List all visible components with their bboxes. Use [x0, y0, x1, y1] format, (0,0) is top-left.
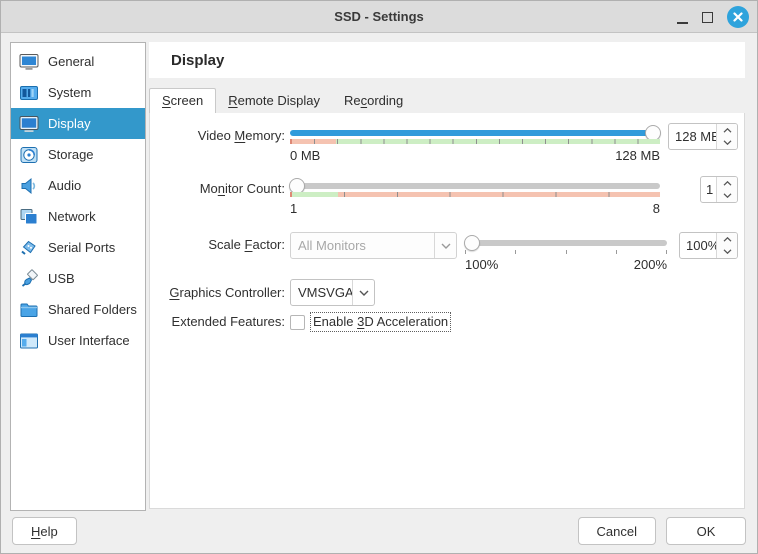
- scale-factor-slider[interactable]: 100% 200%: [465, 232, 667, 272]
- scale-factor-spinbox[interactable]: 100%: [679, 232, 738, 259]
- scale-factor-label: Scale Factor:: [162, 232, 285, 258]
- scale-factor-ticks: [465, 250, 667, 254]
- sidebar-item-label: Serial Ports: [48, 240, 115, 255]
- video-memory-range-band: [290, 139, 660, 144]
- shared-folders-icon: [18, 299, 39, 320]
- audio-icon: [18, 175, 39, 196]
- extended-features-label: Extended Features:: [162, 312, 285, 332]
- spin-down-button[interactable]: [717, 137, 737, 150]
- graphics-controller-combo[interactable]: VMSVGA: [290, 279, 375, 306]
- scale-factor-max-label: 200%: [634, 257, 667, 272]
- window-title: SSD - Settings: [334, 9, 424, 24]
- monitor-count-range-band: [290, 192, 660, 197]
- tab-bar: Screen Remote Display Recording: [149, 89, 745, 114]
- dialog-body: General System Display Storage: [1, 33, 757, 509]
- video-memory-slider[interactable]: 0 MB 128 MB: [290, 123, 660, 163]
- monitor-count-spinbox[interactable]: 1: [700, 176, 738, 203]
- page-title: Display: [171, 52, 224, 69]
- spin-up-button[interactable]: [717, 124, 737, 137]
- spin-down-button[interactable]: [717, 246, 737, 259]
- spin-down-button[interactable]: [717, 190, 737, 203]
- general-icon: [18, 51, 39, 72]
- settings-window: SSD - Settings General System: [0, 0, 758, 554]
- sidebar-item-user-interface[interactable]: User Interface: [11, 325, 145, 356]
- monitor-count-max-label: 8: [653, 201, 660, 216]
- video-memory-spinbox[interactable]: 128 MB: [668, 123, 738, 150]
- chevron-down-icon: [723, 193, 732, 198]
- tab-screen[interactable]: Screen: [149, 88, 216, 114]
- sidebar-item-storage[interactable]: Storage: [11, 139, 145, 170]
- sidebar-item-label: Shared Folders: [48, 302, 137, 317]
- storage-icon: [18, 144, 39, 165]
- sidebar-item-display[interactable]: Display: [11, 108, 145, 139]
- scale-factor-row: Scale Factor: All Monitors 100% 200%: [162, 232, 738, 272]
- network-icon: [18, 206, 39, 227]
- usb-icon: [18, 268, 39, 289]
- serial-ports-icon: [18, 237, 39, 258]
- ok-button[interactable]: OK: [666, 517, 746, 545]
- graphics-controller-row: Graphics Controller: VMSVGA: [162, 279, 738, 306]
- scale-factor-min-label: 100%: [465, 257, 498, 272]
- chevron-down-icon: [723, 249, 732, 254]
- chevron-down-icon: [352, 280, 374, 305]
- chevron-down-icon: [434, 233, 456, 258]
- sidebar-item-label: General: [48, 54, 94, 69]
- sidebar-item-serial-ports[interactable]: Serial Ports: [11, 232, 145, 263]
- help-button[interactable]: Help: [12, 517, 77, 545]
- category-list: General System Display Storage: [10, 42, 146, 511]
- sidebar-item-shared-folders[interactable]: Shared Folders: [11, 294, 145, 325]
- sidebar-item-label: USB: [48, 271, 75, 286]
- button-box: Help Cancel OK: [1, 509, 757, 553]
- video-memory-label: Video Memory:: [162, 123, 285, 149]
- extended-features-row: Extended Features: Enable 3D Acceleratio…: [162, 312, 738, 332]
- sidebar-item-label: System: [48, 85, 91, 100]
- titlebar[interactable]: SSD - Settings: [1, 1, 757, 33]
- sidebar-item-label: User Interface: [48, 333, 130, 348]
- monitor-count-min-label: 1: [290, 201, 297, 216]
- enable-3d-acceleration-label[interactable]: Enable 3D Acceleration: [311, 313, 450, 331]
- chevron-up-icon: [723, 128, 732, 133]
- sidebar-item-usb[interactable]: USB: [11, 263, 145, 294]
- spin-up-button[interactable]: [717, 233, 737, 246]
- sidebar-item-label: Audio: [48, 178, 81, 193]
- enable-3d-acceleration-checkbox[interactable]: [290, 315, 305, 330]
- video-memory-row: Video Memory: 0 MB 128 MB 128 MB: [162, 123, 738, 163]
- monitor-count-label: Monitor Count:: [162, 176, 285, 202]
- minimize-icon[interactable]: [677, 11, 688, 24]
- monitor-count-row: Monitor Count: 1 8 1: [162, 176, 738, 216]
- page-header: Display: [149, 42, 745, 78]
- maximize-icon[interactable]: [702, 12, 713, 23]
- sidebar-item-network[interactable]: Network: [11, 201, 145, 232]
- monitor-count-slider[interactable]: 1 8: [290, 176, 660, 216]
- tab-recording[interactable]: Recording: [332, 89, 415, 113]
- chevron-down-icon: [723, 140, 732, 145]
- video-memory-max-label: 128 MB: [615, 148, 660, 163]
- chevron-up-icon: [723, 237, 732, 242]
- sidebar-item-label: Network: [48, 209, 96, 224]
- close-icon[interactable]: [727, 6, 749, 28]
- scale-factor-monitor-combo[interactable]: All Monitors: [290, 232, 457, 259]
- window-controls: [677, 1, 749, 33]
- video-memory-min-label: 0 MB: [290, 148, 320, 163]
- system-icon: [18, 82, 39, 103]
- sidebar-item-label: Display: [48, 116, 91, 131]
- cancel-button[interactable]: Cancel: [578, 517, 656, 545]
- tab-remote-display[interactable]: Remote Display: [216, 89, 332, 113]
- screen-tab-panel: Video Memory: 0 MB 128 MB 128 MB: [149, 113, 745, 509]
- user-interface-icon: [18, 330, 39, 351]
- sidebar-item-general[interactable]: General: [11, 46, 145, 77]
- sidebar-item-label: Storage: [48, 147, 94, 162]
- sidebar-item-system[interactable]: System: [11, 77, 145, 108]
- display-icon: [18, 113, 39, 134]
- chevron-up-icon: [723, 181, 732, 186]
- graphics-controller-label: Graphics Controller:: [162, 280, 285, 306]
- slider-handle[interactable]: [464, 235, 480, 251]
- spin-up-button[interactable]: [717, 177, 737, 190]
- sidebar-item-audio[interactable]: Audio: [11, 170, 145, 201]
